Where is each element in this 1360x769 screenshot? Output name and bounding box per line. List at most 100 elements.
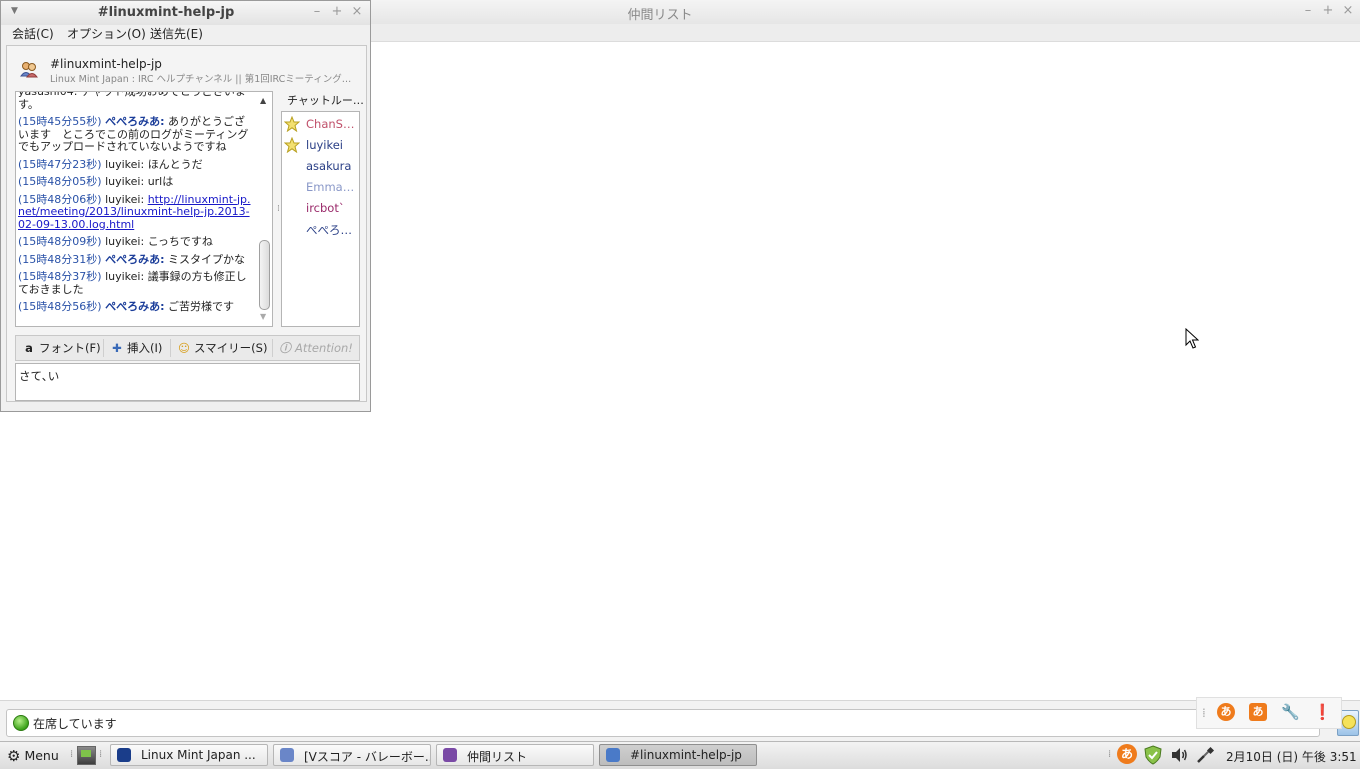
ime-tray-icon[interactable]: あ [1117, 744, 1137, 764]
message-timestamp: (15時48分37秒) [18, 270, 102, 283]
user-list-item[interactable]: asakura [282, 156, 359, 177]
tray-grip: ⁞ [1108, 749, 1112, 760]
conversation-name: #linuxmint-help-jp [50, 57, 162, 71]
chat-message: (15時48分37秒) luyikei: 議事録の方も修正しておきました [18, 270, 254, 296]
chat-message: (15時48分06秒) luyikei: http://linuxmint-jp… [18, 193, 254, 232]
smiley-button-label: スマイリー(S) [194, 341, 268, 355]
font-button[interactable]: a フォント(F) [22, 340, 100, 356]
taskbar-item-label: [Vスコア - バレーボー... [304, 750, 431, 764]
chat-message: (15時48分09秒) luyikei: こっちですね [18, 235, 254, 249]
chat-menubar: 会話(C) オプション(O) 送信先(E) [1, 25, 370, 43]
user-list-item[interactable]: Emma… [282, 177, 359, 198]
available-status-icon [13, 715, 29, 731]
buddy-avatar-icon [1342, 715, 1356, 729]
chat-minimize-button[interactable]: – [310, 4, 324, 19]
ime-toolbar: ⁞ あ あ 🔧 ❗ [1196, 697, 1342, 729]
chat-titlebar[interactable]: ▼ #linuxmint-help-jp – + × [1, 1, 370, 25]
message-timestamp: (15時48分05秒) [18, 175, 102, 188]
insert-button-label: 挿入(I) [127, 341, 163, 355]
smiley-button[interactable]: ☺ スマイリー(S) [177, 340, 267, 356]
pane-splitter-handle[interactable]: ⁞ [277, 204, 280, 214]
message-log-scrollbar[interactable]: ▲ ▼ [258, 94, 270, 324]
message-timestamp: (15時48分56秒) [18, 300, 102, 313]
plus-icon: ✚ [112, 341, 122, 355]
taskbar-item-vscore[interactable]: [Vスコア - バレーボー... [273, 744, 431, 766]
message-nick[interactable]: luyikei: [105, 193, 144, 206]
message-nick[interactable]: luyikei: [105, 270, 144, 283]
buddy-maximize-button[interactable]: + [1321, 3, 1335, 18]
attention-button[interactable]: ⓘ Attention! [278, 340, 353, 356]
network-icon[interactable] [1195, 745, 1215, 765]
user-name: luyikei [306, 138, 344, 152]
message-nick[interactable]: luyikei: [105, 235, 144, 248]
smiley-icon: ☺ [178, 341, 190, 355]
chat-message: yasushi04: チャット成功おめでとうございます。 [18, 92, 254, 111]
attention-button-label: Attention! [295, 341, 353, 355]
toolbar-divider [272, 339, 273, 357]
user-name: ぺぺろ… [306, 223, 352, 237]
taskbar-item-label: #linuxmint-help-jp [630, 748, 742, 762]
message-nick[interactable]: luyikei: [105, 158, 144, 171]
user-list-item[interactable]: ぺぺろ… [282, 219, 359, 240]
clock[interactable]: 2月10日 (日) 午後 3:51 [1226, 748, 1357, 765]
chat-close-button[interactable]: × [350, 4, 364, 19]
ime-info-icon[interactable]: ❗ [1313, 703, 1332, 721]
message-timestamp: (15時45分55秒) [18, 115, 102, 128]
message-log[interactable]: yasushi04: チャット成功おめでとうございます。 (15時45分55秒) … [15, 91, 273, 327]
font-icon: a [25, 341, 33, 355]
show-desktop-button[interactable] [77, 746, 96, 765]
taskbar-item-buddy-list[interactable]: 仲間リスト [436, 744, 594, 766]
menu-send-to[interactable]: 送信先(E) [150, 25, 203, 42]
message-nick[interactable]: luyikei: [105, 175, 144, 188]
chat-window: ▼ #linuxmint-help-jp – + × 会話(C) オプション(O… [0, 0, 371, 412]
user-list-item[interactable]: ChanS… [282, 114, 359, 135]
taskbar-item-linux-mint-japan[interactable]: Linux Mint Japan ... [110, 744, 268, 766]
message-text: ミスタイプかな [167, 252, 245, 266]
user-list-item[interactable]: luyikei [282, 135, 359, 156]
update-manager-shield-icon[interactable] [1143, 745, 1163, 765]
ime-toolbar-grip[interactable]: ⁞ [1202, 706, 1206, 720]
scrollbar-thumb[interactable] [259, 240, 270, 310]
taskbar-item-label: 仲間リスト [467, 750, 528, 764]
buddy-minimize-button[interactable]: – [1301, 3, 1315, 18]
message-timestamp: (15時47分23秒) [18, 157, 102, 171]
insert-button[interactable]: ✚ 挿入(I) [110, 340, 162, 356]
scroll-down-arrow-icon[interactable]: ▼ [260, 312, 266, 321]
message-text: urlは [147, 175, 174, 188]
desktop-icon [81, 750, 91, 757]
operator-star-icon [284, 116, 300, 132]
status-selector[interactable]: 在席しています [6, 709, 1320, 737]
menu-conversation[interactable]: 会話(C) [12, 25, 54, 42]
message-list: yasushi04: チャット成功おめでとうございます。 (15時45分55秒) … [18, 92, 254, 319]
volume-icon[interactable] [1169, 745, 1189, 765]
scroll-up-arrow-icon[interactable]: ▲ [260, 96, 266, 105]
conversation-tab-panel: #linuxmint-help-jp Linux Mint Japan : IR… [6, 45, 367, 402]
start-menu-button[interactable]: ⚙ Menu [7, 747, 59, 765]
message-nick[interactable]: ぺぺろみあ: [105, 253, 164, 266]
user-list-item[interactable]: ircbot` [282, 198, 359, 219]
chat-maximize-button[interactable]: + [330, 4, 344, 19]
buddy-close-button[interactable]: × [1341, 3, 1355, 18]
message-input-text: さて､い [19, 369, 60, 383]
user-name: ChanS… [306, 117, 355, 131]
message-text: こっちですね [147, 235, 213, 248]
chat-room-icon [20, 62, 38, 78]
message-nick[interactable]: ぺぺろみあ: [105, 115, 164, 128]
pidgin-icon [443, 748, 457, 762]
chat-message: (15時48分31秒) ぺぺろみあ: ミスタイプかな [18, 252, 254, 267]
ime-input-mode-icon[interactable]: あ [1217, 703, 1235, 721]
user-list[interactable]: ChanS… luyikei asakura Emma… ircbot` ぺぺろ… [281, 111, 360, 327]
ime-tool-icon[interactable]: 🔧 [1281, 703, 1300, 721]
message-timestamp: (15時48分09秒) [18, 235, 102, 248]
message-timestamp: (15時48分31秒) [18, 252, 102, 266]
panel-grip: ⁞ [99, 749, 103, 760]
message-nick[interactable]: ぺぺろみあ: [105, 300, 164, 313]
formatting-toolbar: a フォント(F) ✚ 挿入(I) ☺ スマイリー(S) ⓘ Attention! [15, 335, 360, 361]
mouse-pointer-icon [1185, 328, 1199, 349]
taskbar-item-chat[interactable]: #linuxmint-help-jp [599, 744, 757, 766]
taskbar: ⚙ Menu ⁞ ⁞ Linux Mint Japan ... [Vスコア - バ… [0, 741, 1360, 769]
menu-options[interactable]: オプション(O) [67, 25, 146, 42]
message-input[interactable]: さて､い [15, 363, 360, 401]
ime-hiragana-icon[interactable]: あ [1249, 703, 1267, 721]
toolbar-divider [170, 339, 171, 357]
